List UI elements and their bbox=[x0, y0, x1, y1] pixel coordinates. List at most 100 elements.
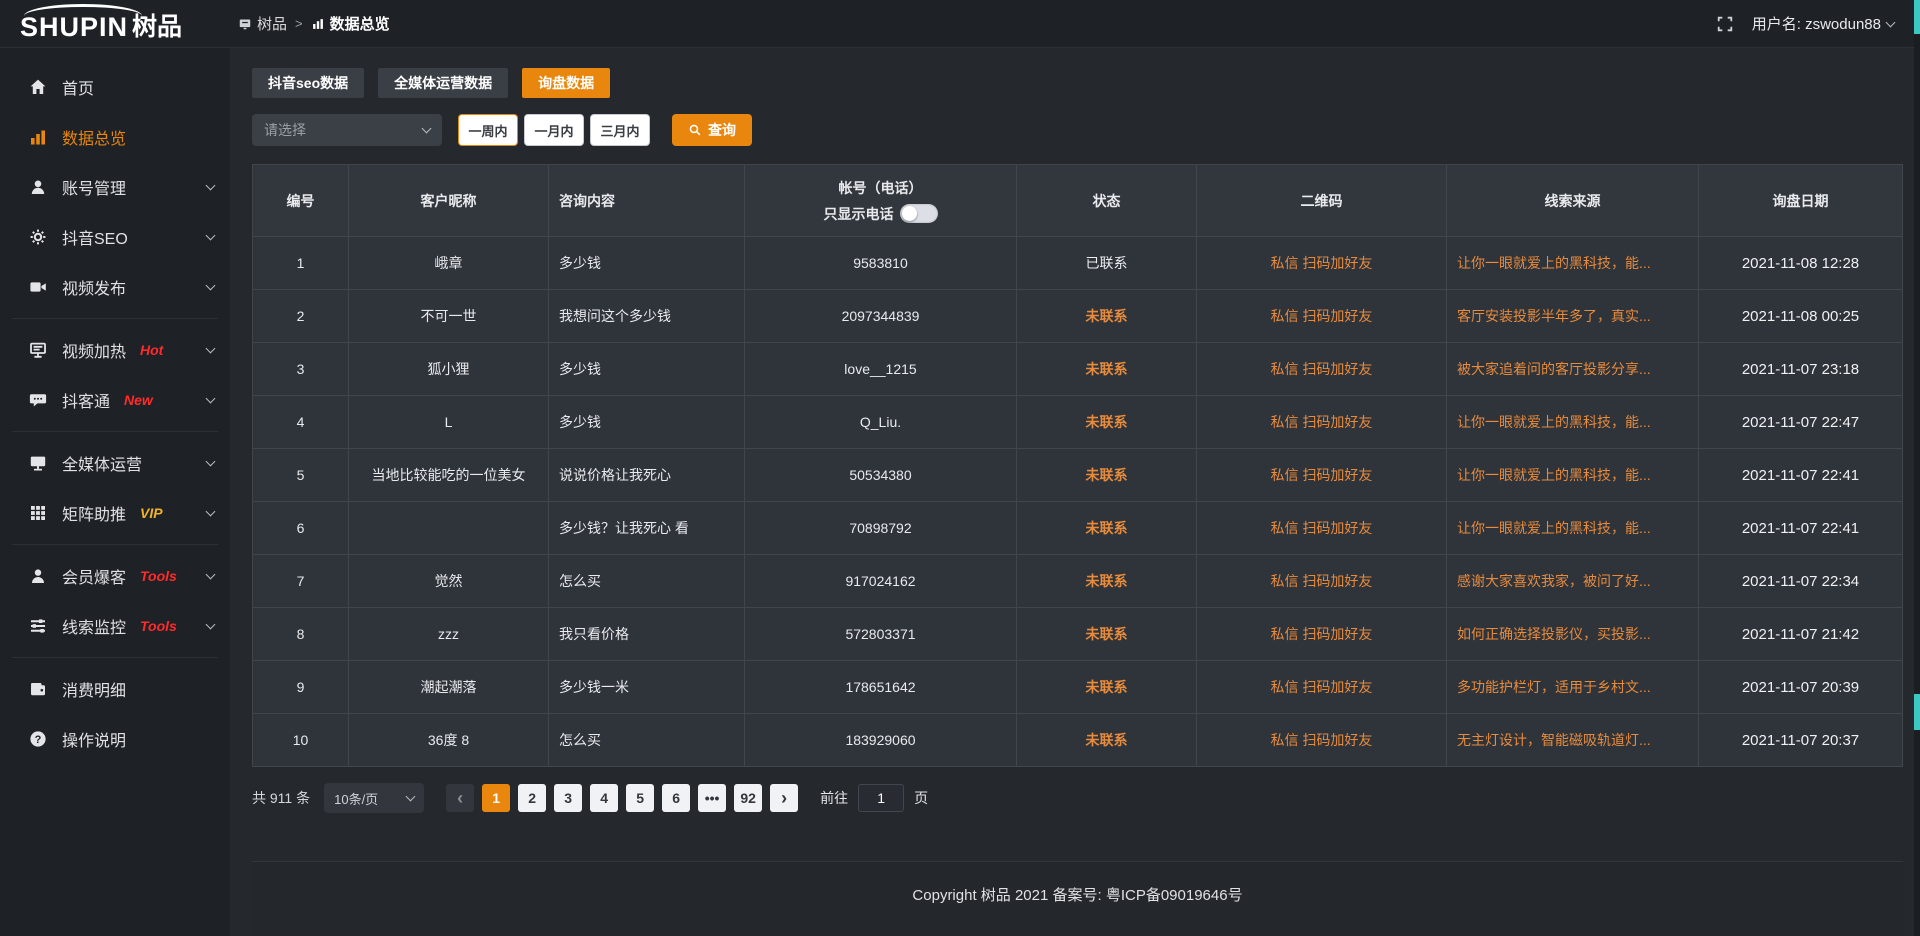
lead-source-link[interactable]: 让你一眼就爱上的黑科技，能... bbox=[1457, 255, 1651, 271]
sidebar-item-badge: Tools bbox=[140, 618, 177, 634]
topbar: SHUPIN 树品 树品 > 数据总览 用户名: zswodun88 bbox=[0, 0, 1920, 48]
scrollbar-thumb[interactable] bbox=[1914, 0, 1920, 34]
lead-source-link[interactable]: 多功能护栏灯，适用于乡村文... bbox=[1457, 679, 1651, 695]
row-number: 8 bbox=[253, 608, 349, 661]
qr-scan-add-friend-link[interactable]: 扫码加好友 bbox=[1302, 573, 1372, 589]
lead-source-link[interactable]: 让你一眼就爱上的黑科技，能... bbox=[1457, 414, 1651, 430]
divider bbox=[12, 657, 218, 658]
qr-scan-add-friend-link[interactable]: 扫码加好友 bbox=[1302, 414, 1372, 430]
qr-private-message-link[interactable]: 私信 bbox=[1271, 732, 1299, 748]
breadcrumb-current-label: 数据总览 bbox=[330, 13, 390, 34]
range-button-1[interactable]: 一月内 bbox=[524, 114, 584, 146]
scrollbar[interactable] bbox=[1914, 0, 1920, 936]
tab-douyin-seo-data[interactable]: 抖音seo数据 bbox=[252, 68, 364, 98]
sidebar-item-lead-monitor[interactable]: 线索监控Tools bbox=[0, 601, 230, 651]
status-badge: 未联系 bbox=[1017, 343, 1197, 396]
sidebar-item-consume-detail[interactable]: 消费明细 bbox=[0, 664, 230, 714]
status-badge: 已联系 bbox=[1017, 237, 1197, 290]
status-badge: 未联系 bbox=[1017, 449, 1197, 502]
status-badge: 未联系 bbox=[1017, 714, 1197, 767]
qr-scan-add-friend-link[interactable]: 扫码加好友 bbox=[1302, 467, 1372, 483]
qr-private-message-link[interactable]: 私信 bbox=[1271, 255, 1299, 271]
sidebar-item-video-publish[interactable]: 视频发布 bbox=[0, 262, 230, 312]
inquiry-table-body: 1峨章多少钱9583810已联系私信 扫码加好友让你一眼就爱上的黑科技，能...… bbox=[253, 237, 1903, 767]
account-phone: love__1215 bbox=[745, 343, 1017, 396]
sidebar: 首页数据总览账号管理抖音SEO视频发布视频加热Hot抖客通New 全媒体运营矩阵助… bbox=[0, 48, 230, 936]
qrcode-cell: 私信 扫码加好友 bbox=[1197, 237, 1447, 290]
qr-scan-add-friend-link[interactable]: 扫码加好友 bbox=[1302, 626, 1372, 642]
lead-source-cell: 让你一眼就爱上的黑科技，能... bbox=[1447, 237, 1699, 290]
page-button-5[interactable]: 5 bbox=[626, 784, 654, 812]
sidebar-item-douyin-seo[interactable]: 抖音SEO bbox=[0, 212, 230, 262]
lead-source-link[interactable]: 被大家追着问的客厅投影分享... bbox=[1457, 361, 1651, 377]
inquiry-content: 我想问这个多少钱 bbox=[549, 290, 745, 343]
sidebar-item-label: 操作说明 bbox=[62, 727, 126, 751]
sidebar-item-douketong[interactable]: 抖客通New bbox=[0, 375, 230, 425]
qr-private-message-link[interactable]: 私信 bbox=[1271, 679, 1299, 695]
next-page-button[interactable]: › bbox=[770, 784, 798, 812]
customer-nickname: zzz bbox=[349, 608, 549, 661]
page-button-1[interactable]: 1 bbox=[482, 784, 510, 812]
lead-source-cell: 客厅安装投影半年多了，真实... bbox=[1447, 290, 1699, 343]
lead-source-link[interactable]: 如何正确选择投影仪，买投影... bbox=[1457, 626, 1651, 642]
breadcrumb-root[interactable]: 树品 bbox=[238, 13, 287, 34]
qr-scan-add-friend-link[interactable]: 扫码加好友 bbox=[1302, 255, 1372, 271]
filter-select[interactable]: 请选择 bbox=[252, 114, 442, 146]
divider bbox=[12, 544, 218, 545]
chevron-down-icon bbox=[206, 181, 216, 191]
tab-media-operation-data[interactable]: 全媒体运营数据 bbox=[378, 68, 508, 98]
sidebar-item-video-heat[interactable]: 视频加热Hot bbox=[0, 325, 230, 375]
inquiry-date: 2021-11-07 22:41 bbox=[1699, 502, 1903, 555]
qr-private-message-link[interactable]: 私信 bbox=[1271, 573, 1299, 589]
qr-scan-add-friend-link[interactable]: 扫码加好友 bbox=[1302, 308, 1372, 324]
range-button-2[interactable]: 三月内 bbox=[590, 114, 650, 146]
lead-source-link[interactable]: 客厅安装投影半年多了，真实... bbox=[1457, 308, 1651, 324]
lead-source-link[interactable]: 让你一眼就爱上的黑科技，能... bbox=[1457, 467, 1651, 483]
qr-private-message-link[interactable]: 私信 bbox=[1271, 308, 1299, 324]
page-button-3[interactable]: 3 bbox=[554, 784, 582, 812]
page-button-4[interactable]: 4 bbox=[590, 784, 618, 812]
sidebar-item-matrix-boost[interactable]: 矩阵助推VIP bbox=[0, 488, 230, 538]
status-badge: 未联系 bbox=[1017, 661, 1197, 714]
sidebar-item-data-overview[interactable]: 数据总览 bbox=[0, 112, 230, 162]
qr-private-message-link[interactable]: 私信 bbox=[1271, 361, 1299, 377]
goto-page-input[interactable] bbox=[858, 784, 904, 812]
inquiry-content: 说说价格让我死心 bbox=[549, 449, 745, 502]
toggle-knob bbox=[902, 206, 917, 221]
qr-private-message-link[interactable]: 私信 bbox=[1271, 626, 1299, 642]
lead-source-link[interactable]: 无主灯设计，智能磁吸轨道灯... bbox=[1457, 732, 1651, 748]
prev-page-button[interactable]: ‹ bbox=[446, 784, 474, 812]
search-button[interactable]: 查询 bbox=[672, 114, 752, 146]
tab-inquiry-data[interactable]: 询盘数据 bbox=[522, 68, 610, 98]
page-size-select[interactable]: 10条/页 bbox=[324, 783, 424, 813]
search-button-label: 查询 bbox=[708, 120, 736, 140]
range-button-0[interactable]: 一周内 bbox=[458, 114, 518, 146]
chevron-down-icon bbox=[206, 231, 216, 241]
page-ellipsis[interactable]: ••• bbox=[698, 784, 726, 812]
sidebar-item-media-operation[interactable]: 全媒体运营 bbox=[0, 438, 230, 488]
lead-source-link[interactable]: 感谢大家喜欢我家，被问了好... bbox=[1457, 573, 1651, 589]
account-phone: 572803371 bbox=[745, 608, 1017, 661]
row-number: 10 bbox=[253, 714, 349, 767]
page-button-92[interactable]: 92 bbox=[734, 784, 762, 812]
inquiry-content: 多少钱一米 bbox=[549, 661, 745, 714]
lead-source-link[interactable]: 让你一眼就爱上的黑科技，能... bbox=[1457, 520, 1651, 536]
qr-private-message-link[interactable]: 私信 bbox=[1271, 414, 1299, 430]
qr-scan-add-friend-link[interactable]: 扫码加好友 bbox=[1302, 520, 1372, 536]
page-button-6[interactable]: 6 bbox=[662, 784, 690, 812]
fullscreen-icon[interactable] bbox=[1716, 15, 1734, 33]
phone-only-toggle[interactable] bbox=[900, 204, 938, 223]
qr-private-message-link[interactable]: 私信 bbox=[1271, 520, 1299, 536]
qr-private-message-link[interactable]: 私信 bbox=[1271, 467, 1299, 483]
sidebar-item-account-management[interactable]: 账号管理 bbox=[0, 162, 230, 212]
sidebar-item-operation-guide[interactable]: ?操作说明 bbox=[0, 714, 230, 764]
page-button-2[interactable]: 2 bbox=[518, 784, 546, 812]
inquiry-date: 2021-11-08 00:25 bbox=[1699, 290, 1903, 343]
qr-scan-add-friend-link[interactable]: 扫码加好友 bbox=[1302, 679, 1372, 695]
user-menu[interactable]: 用户名: zswodun88 bbox=[1752, 13, 1894, 34]
status-badge: 未联系 bbox=[1017, 608, 1197, 661]
sidebar-item-home[interactable]: 首页 bbox=[0, 62, 230, 112]
qr-scan-add-friend-link[interactable]: 扫码加好友 bbox=[1302, 361, 1372, 377]
qr-scan-add-friend-link[interactable]: 扫码加好友 bbox=[1302, 732, 1372, 748]
sidebar-item-member-burst[interactable]: 会员爆客Tools bbox=[0, 551, 230, 601]
